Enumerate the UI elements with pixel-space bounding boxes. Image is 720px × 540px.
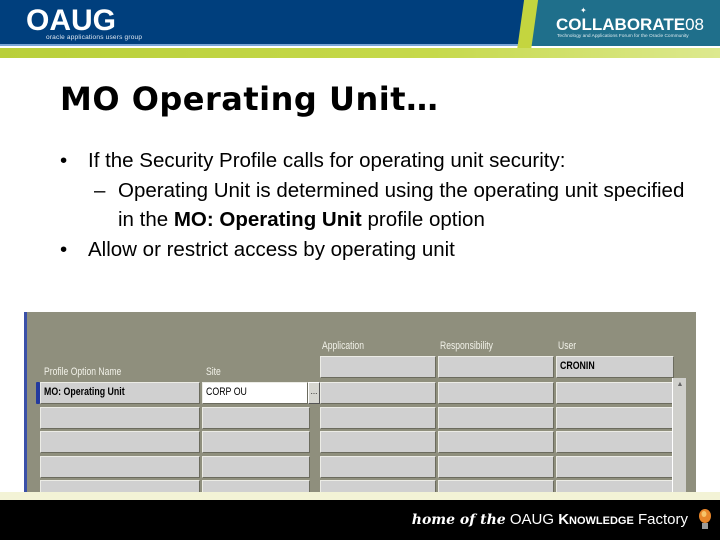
profile-option-name-field[interactable] xyxy=(40,431,200,453)
banner-divider xyxy=(0,44,530,46)
user-field[interactable] xyxy=(556,382,674,404)
bullet-list: • If the Security Profile calls for oper… xyxy=(60,146,700,264)
scroll-up-arrow-icon[interactable]: ▲ xyxy=(673,378,687,392)
header-user-value: CRONIN xyxy=(560,360,595,372)
responsibility-field[interactable] xyxy=(438,456,554,478)
header-responsibility-field[interactable] xyxy=(438,356,554,378)
user-field[interactable] xyxy=(556,431,674,453)
bullet-text: If the Security Profile calls for operat… xyxy=(88,149,566,172)
bullet-item: • If the Security Profile calls for oper… xyxy=(60,146,700,176)
application-field[interactable] xyxy=(320,382,436,404)
profile-option-name-value: MO: Operating Unit xyxy=(44,386,125,398)
collaborate-logo-main: COLLABORATE xyxy=(556,15,686,34)
list-of-values-button[interactable]: ... xyxy=(308,382,320,404)
header-application-field[interactable] xyxy=(320,356,436,378)
header-user-field[interactable]: CRONIN xyxy=(556,356,674,378)
collaborate-logo: COLLABORATE08 xyxy=(556,15,704,35)
site-value: CORP OU xyxy=(206,386,247,398)
footer-script-text: home of the xyxy=(411,512,506,528)
responsibility-field[interactable] xyxy=(438,480,554,492)
footer-brand: OAUG xyxy=(509,511,555,528)
sub-bullet-suffix: profile option xyxy=(361,208,485,231)
responsibility-field[interactable] xyxy=(438,382,554,404)
application-field[interactable] xyxy=(320,480,436,492)
footer-bar: home of the OAUG Knowledge Factory xyxy=(0,500,720,540)
collaborate-dots-icon: ✦ xyxy=(580,6,587,15)
column-header-site: Site xyxy=(206,366,221,378)
oaug-logo: OAUG xyxy=(26,4,116,37)
application-field[interactable] xyxy=(320,456,436,478)
user-field[interactable] xyxy=(556,480,674,492)
bullet-text: Allow or restrict access by operating un… xyxy=(88,237,455,261)
bullet-dot-icon: • xyxy=(60,149,68,172)
user-field[interactable] xyxy=(556,407,674,429)
footer-tagline: home of the OAUG Knowledge Factory xyxy=(412,511,688,528)
site-field[interactable] xyxy=(202,456,310,478)
column-header-application: Application xyxy=(322,340,364,352)
bullet-item: • Allow or restrict access by operating … xyxy=(60,235,700,265)
collaborate-logo-year: 08 xyxy=(685,15,704,34)
site-field[interactable] xyxy=(202,431,310,453)
footer-knowledge: Knowledge xyxy=(558,511,634,528)
sub-bullet-bold: MO: Operating Unit xyxy=(173,208,362,231)
sub-bullet-dash-icon: – xyxy=(94,178,106,202)
column-header-user: User xyxy=(558,340,577,352)
application-field[interactable] xyxy=(320,431,436,453)
footer-divider xyxy=(0,492,720,500)
sub-bullet-item: – Operating Unit is determined using the… xyxy=(60,176,700,235)
header-banner: OAUG oracle applications users group ✦ C… xyxy=(0,0,720,60)
vertical-scrollbar[interactable]: ▲ xyxy=(672,378,686,492)
responsibility-field[interactable] xyxy=(438,407,554,429)
site-field[interactable] xyxy=(202,480,310,492)
slide-title: MO Operating Unit… xyxy=(60,80,439,118)
profile-option-name-field[interactable]: MO: Operating Unit xyxy=(40,382,200,404)
profile-option-name-field[interactable] xyxy=(40,480,200,492)
user-field[interactable] xyxy=(556,456,674,478)
banner-green-stripe xyxy=(0,48,720,58)
column-header-profile-option-name: Profile Option Name xyxy=(44,366,122,378)
responsibility-field[interactable] xyxy=(438,431,554,453)
form-left-border xyxy=(24,312,27,492)
profile-options-form: Application Responsibility User CRONIN P… xyxy=(24,312,696,492)
site-field[interactable]: CORP OU xyxy=(202,382,308,404)
bullet-dot-icon: • xyxy=(60,237,68,261)
oaug-tagline: oracle applications users group xyxy=(46,34,143,41)
profile-option-name-field[interactable] xyxy=(40,407,200,429)
site-field[interactable] xyxy=(202,407,310,429)
profile-option-name-field[interactable] xyxy=(40,456,200,478)
application-field[interactable] xyxy=(320,407,436,429)
column-header-responsibility: Responsibility xyxy=(440,340,493,352)
lightbulb-icon xyxy=(699,509,711,529)
footer-factory: Factory xyxy=(637,511,688,528)
collaborate-tagline: Technology and Applications Forum for th… xyxy=(557,34,689,39)
